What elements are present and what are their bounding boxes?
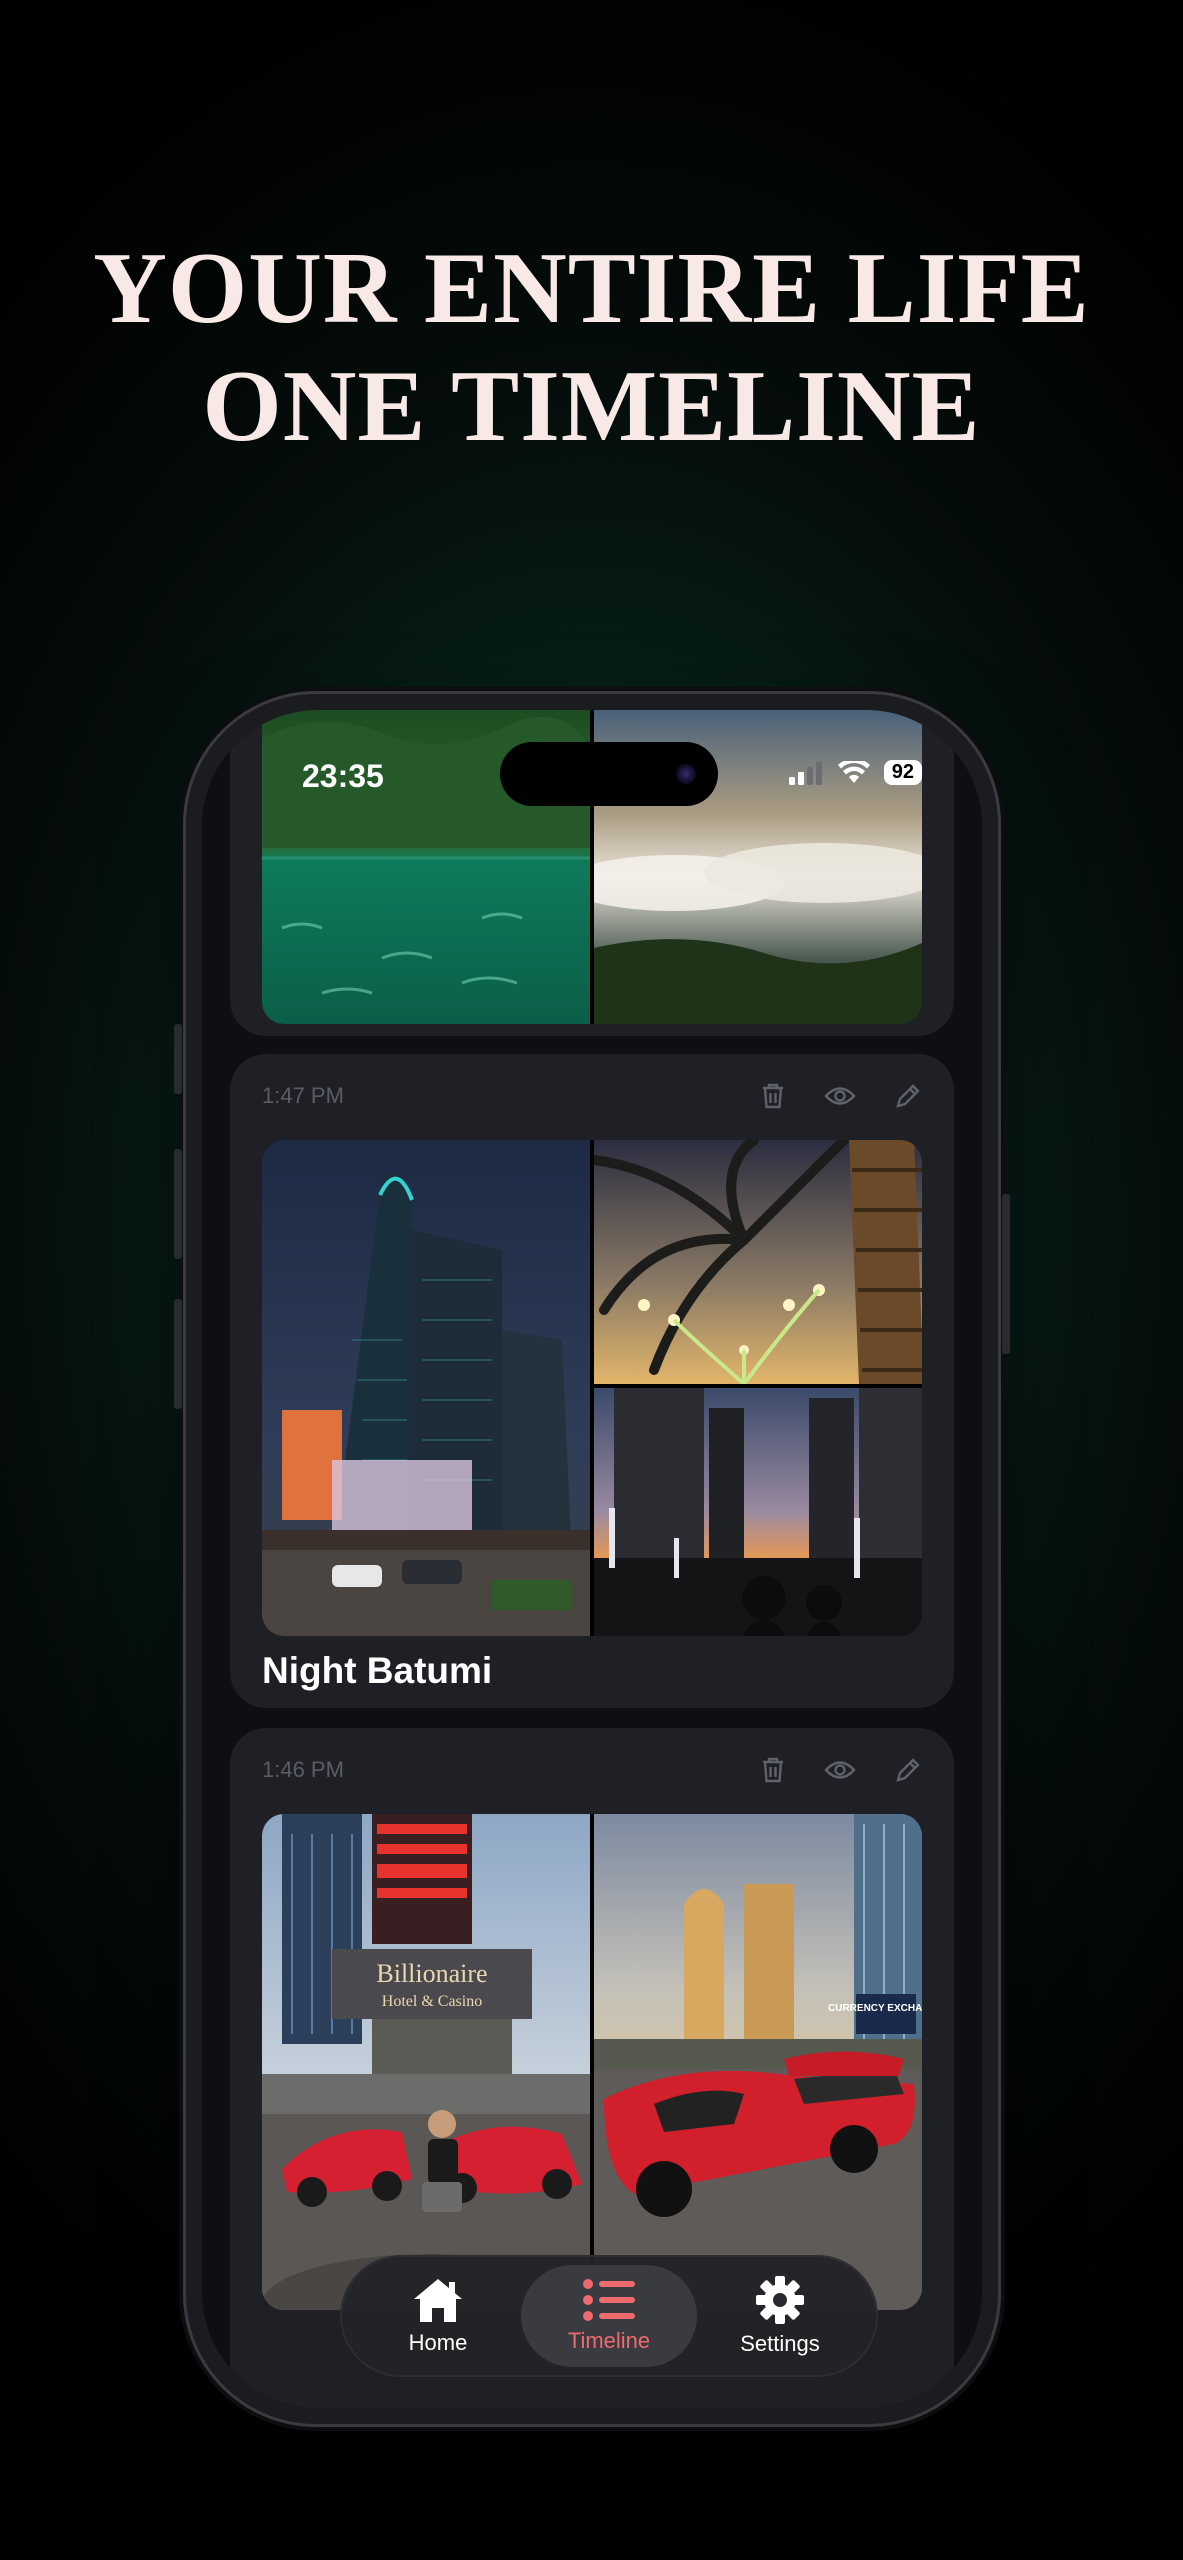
tab-home-label: Home	[408, 2330, 468, 2355]
battery-indicator: 92	[883, 760, 922, 785]
headline-line-1: YOUR ENTIRE LIFE	[93, 232, 1090, 345]
timeline-card[interactable]: 1:47 PM Night Batumi	[230, 1054, 954, 1708]
headline-line-2: ONE TIMELINE	[202, 350, 981, 463]
list-icon	[583, 2279, 635, 2321]
eye-icon[interactable]	[824, 1759, 856, 1781]
signal-icon	[788, 761, 822, 785]
wifi-icon	[837, 760, 870, 783]
headline: YOUR ENTIRE LIFE ONE TIMELINE	[0, 230, 1183, 466]
pencil-icon[interactable]	[894, 1082, 922, 1110]
trash-icon[interactable]	[760, 1082, 786, 1110]
tab-settings[interactable]: Settings	[692, 2265, 868, 2367]
camera-icon	[676, 764, 696, 784]
volume-up-button	[174, 1149, 182, 1259]
volume-down-button	[174, 1299, 182, 1409]
tab-settings-label: Settings	[740, 2331, 820, 2356]
supercars-photo[interactable]: CURRENCY EXCHANGE	[594, 1814, 922, 2310]
action-button	[174, 1024, 182, 1094]
card-title: Night Batumi	[262, 1650, 493, 1691]
tab-bar: Home Timeline Settings	[342, 2257, 876, 2375]
card-time: 1:47 PM	[262, 1083, 344, 1108]
hotel-sub-text: Hotel & Casino	[382, 1993, 482, 2010]
palm-lights-photo[interactable]	[594, 1140, 922, 1384]
photo-grid	[262, 1140, 922, 1636]
card-time: 1:46 PM	[262, 1757, 344, 1782]
city-sunset-photo[interactable]	[594, 1388, 922, 1636]
currency-sign-text: CURRENCY EXCHANGE	[828, 2003, 922, 2014]
tab-timeline[interactable]: Timeline	[521, 2265, 697, 2367]
tab-home[interactable]: Home	[350, 2265, 526, 2367]
phone-frame: 23:35 92 1:47 PM Night Batumi 1:46 PM Bi…	[174, 694, 1010, 2424]
gear-icon	[756, 2276, 804, 2324]
billionaire-hotel-photo[interactable]: Billionaire Hotel & Casino	[262, 1814, 590, 2310]
hotel-sign-text: Billionaire	[376, 1959, 487, 1988]
photo-grid: Billionaire Hotel & Casino CURRENCY EXCH…	[262, 1814, 922, 2310]
tower-night-photo[interactable]	[262, 1140, 590, 1636]
home-icon	[414, 2279, 462, 2322]
trash-icon[interactable]	[760, 1756, 786, 1784]
tab-timeline-label: Timeline	[567, 2328, 651, 2353]
pencil-icon[interactable]	[894, 1756, 922, 1784]
status-time: 23:35	[302, 758, 384, 794]
dynamic-island	[500, 742, 718, 806]
eye-icon[interactable]	[824, 1085, 856, 1107]
power-button	[1002, 1194, 1010, 1354]
app-screen: 23:35 92 1:47 PM Night Batumi 1:46 PM Bi…	[202, 710, 982, 2408]
